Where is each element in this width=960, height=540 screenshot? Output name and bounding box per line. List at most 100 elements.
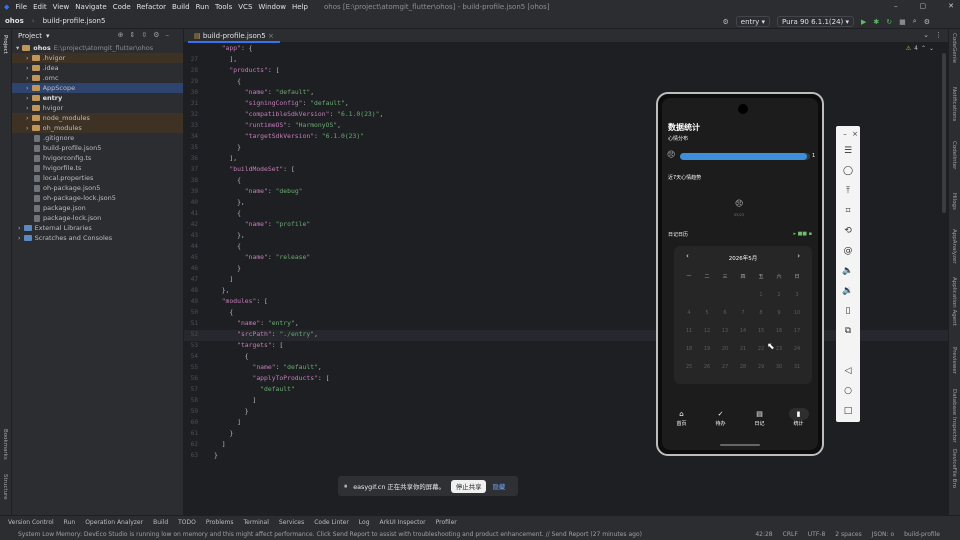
menu-navigate[interactable]: Navigate — [75, 3, 106, 11]
calendar-day[interactable]: 22 — [754, 346, 768, 352]
calendar-day[interactable]: 10 — [790, 310, 804, 316]
tree-item[interactable]: › .omc — [12, 73, 183, 83]
close-icon[interactable]: × — [268, 32, 274, 40]
tree-item[interactable]: › node_modules — [12, 113, 183, 123]
calendar-day[interactable]: 1 — [754, 292, 768, 298]
debug-icon[interactable]: ✱ — [873, 18, 879, 26]
code-line[interactable]: "name": "debug" — [214, 186, 383, 197]
code-content[interactable]: "app": { ], "products": [ { "name": "def… — [214, 43, 383, 461]
tree-item[interactable]: › .hvigor — [12, 53, 183, 63]
tree-item[interactable]: › hvigor — [12, 103, 183, 113]
tree-item[interactable]: package.json — [12, 203, 183, 213]
back-icon[interactable]: ◁ — [841, 364, 855, 378]
code-line[interactable]: { — [214, 351, 383, 362]
rotate-icon[interactable]: ⟲ — [841, 224, 855, 238]
chevron-right-icon[interactable]: › — [26, 103, 29, 113]
home-indicator[interactable] — [720, 444, 760, 446]
tree-item[interactable]: .gitignore — [12, 133, 183, 143]
code-line[interactable]: "modules": [ — [214, 296, 383, 307]
code-line[interactable]: }, — [214, 230, 383, 241]
breadcrumb-file[interactable]: build-profile.json5 — [43, 17, 106, 25]
tool-window-run[interactable]: Run — [64, 519, 76, 526]
calendar-day[interactable]: 9 — [772, 310, 786, 316]
tab-build-profile[interactable]: ▤ build-profile.json5 × — [188, 30, 280, 43]
power-icon[interactable]: ◯ — [841, 164, 855, 178]
calendar-day[interactable]: 25 — [682, 364, 696, 370]
tool-window-terminal[interactable]: Terminal — [244, 519, 269, 526]
fold-icon[interactable]: ▯ — [841, 304, 855, 318]
calendar-day[interactable]: 6 — [718, 310, 732, 316]
code-line[interactable]: "name": "default", — [214, 362, 383, 373]
minimize-window-icon[interactable]: – — [894, 2, 898, 10]
code-line[interactable]: ], — [214, 54, 383, 65]
code-line[interactable]: } — [214, 142, 383, 153]
tree-item[interactable]: hvigorconfig.ts — [12, 153, 183, 163]
code-line[interactable]: { — [214, 241, 383, 252]
code-line[interactable]: } — [214, 263, 383, 274]
chevron-right-icon[interactable]: › — [26, 123, 29, 133]
menu-window[interactable]: Window — [258, 3, 286, 11]
chevron-right-icon[interactable]: › — [18, 233, 21, 243]
chevron-right-icon[interactable]: › — [26, 53, 29, 63]
tool-window-problems[interactable]: Problems — [206, 519, 234, 526]
file-encoding[interactable]: UTF-8 — [808, 531, 826, 538]
hide-icon[interactable]: – — [166, 31, 170, 39]
emulator-phone[interactable]: 数据统计 心情分布 😣 1 近7天心情趋势 😣 05/23 日记日历 ▸ ■■ … — [656, 92, 824, 456]
calendar-day[interactable]: 31 — [790, 364, 804, 370]
calendar-day[interactable]: 11 — [682, 328, 696, 334]
home-icon[interactable]: ○ — [841, 384, 855, 398]
json-schema[interactable]: JSON: o — [872, 531, 894, 538]
status-message[interactable]: System Low Memory: DevEco Studio is runn… — [18, 531, 642, 538]
project-tool-button[interactable]: Project — [2, 35, 8, 54]
nav-item[interactable]: ▤ 日记 — [750, 408, 770, 427]
recents-icon[interactable]: □ — [841, 404, 855, 418]
menu-run[interactable]: Run — [196, 3, 209, 11]
volume-up-icon[interactable]: 🔈 — [841, 264, 855, 278]
calendar-day[interactable]: 29 — [754, 364, 768, 370]
tree-item[interactable]: › AppScope — [12, 83, 183, 93]
code-line[interactable]: "runtimeOS": "HarmonyOS", — [214, 120, 383, 131]
phone-screen[interactable]: 数据统计 心情分布 😣 1 近7天心情趋势 😣 05/23 日记日历 ▸ ■■ … — [662, 98, 818, 450]
tool-codelinter[interactable]: Codelinter — [951, 141, 957, 169]
code-line[interactable]: "targetSdkVersion": "6.1.0(23)" — [214, 131, 383, 142]
gear-icon[interactable]: ⚙ — [924, 18, 930, 26]
chevron-right-icon[interactable]: › — [26, 63, 29, 73]
chevron-right-icon[interactable]: › — [26, 83, 29, 93]
calendar-day[interactable]: 18 — [682, 346, 696, 352]
tool-hilogs[interactable]: Hilogs — [951, 193, 957, 210]
screenshot-icon[interactable]: ⧉ — [841, 324, 855, 338]
top-icon[interactable]: ⤒ — [841, 184, 855, 198]
collapse-all-icon[interactable]: ⇳ — [141, 31, 147, 39]
chevron-right-icon[interactable]: › — [26, 113, 29, 123]
tool-window-code-linter[interactable]: Code Linter — [314, 519, 349, 526]
nav-item[interactable]: ✓ 待办 — [711, 408, 731, 427]
code-line[interactable]: "buildModeSet": [ — [214, 164, 383, 175]
code-line[interactable]: "signingConfig": "default", — [214, 98, 383, 109]
tree-item[interactable]: hvigorfile.ts — [12, 163, 183, 173]
tool-window-build[interactable]: Build — [153, 519, 168, 526]
nav-item[interactable]: ⌂ 首页 — [672, 408, 692, 427]
calendar-day[interactable]: 19 — [700, 346, 714, 352]
code-line[interactable]: } — [214, 428, 383, 439]
nav-item[interactable]: ▮ 统计 — [788, 408, 809, 427]
device-select[interactable]: Pura 90 6.1.1(24) ▾ — [777, 16, 855, 27]
code-line[interactable]: "srcPath": "./entry", — [214, 329, 383, 340]
options-icon[interactable]: ⚙ — [153, 31, 159, 39]
chevron-right-icon[interactable]: › — [26, 73, 29, 83]
tab-list-icon[interactable]: ⌄ — [923, 31, 929, 39]
code-line[interactable]: ] — [214, 395, 383, 406]
code-line[interactable]: ] — [214, 274, 383, 285]
close-window-icon[interactable]: ✕ — [948, 2, 954, 10]
tree-item[interactable]: › External Libraries — [12, 223, 183, 233]
code-line[interactable]: } — [214, 450, 383, 461]
calendar-day[interactable]: 30 — [772, 364, 786, 370]
at-icon[interactable]: @ — [841, 244, 855, 258]
tool-devicefile-bro[interactable]: DeviceFile Bro — [951, 449, 957, 488]
code-line[interactable]: { — [214, 76, 383, 87]
editor-scrollbar[interactable] — [942, 53, 946, 213]
tool-window-version-control[interactable]: Version Control — [8, 519, 54, 526]
calendar-day[interactable]: 14 — [736, 328, 750, 334]
tool-previewer[interactable]: Previewer — [951, 347, 957, 374]
code-line[interactable]: "name": "entry", — [214, 318, 383, 329]
breadcrumb-root[interactable]: ohos — [5, 17, 24, 25]
